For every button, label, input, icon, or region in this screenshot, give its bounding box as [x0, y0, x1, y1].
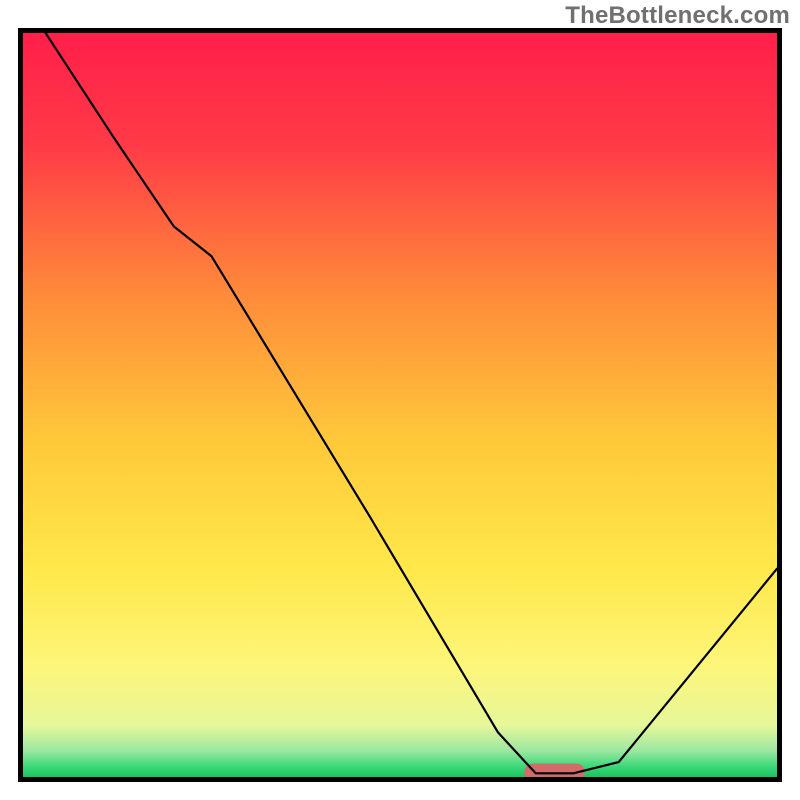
chart-stage: TheBottleneck.com — [0, 0, 800, 800]
watermark-text: TheBottleneck.com — [565, 2, 790, 30]
gradient-fill — [23, 33, 777, 777]
plot-area — [18, 28, 782, 782]
chart-svg — [23, 33, 777, 777]
